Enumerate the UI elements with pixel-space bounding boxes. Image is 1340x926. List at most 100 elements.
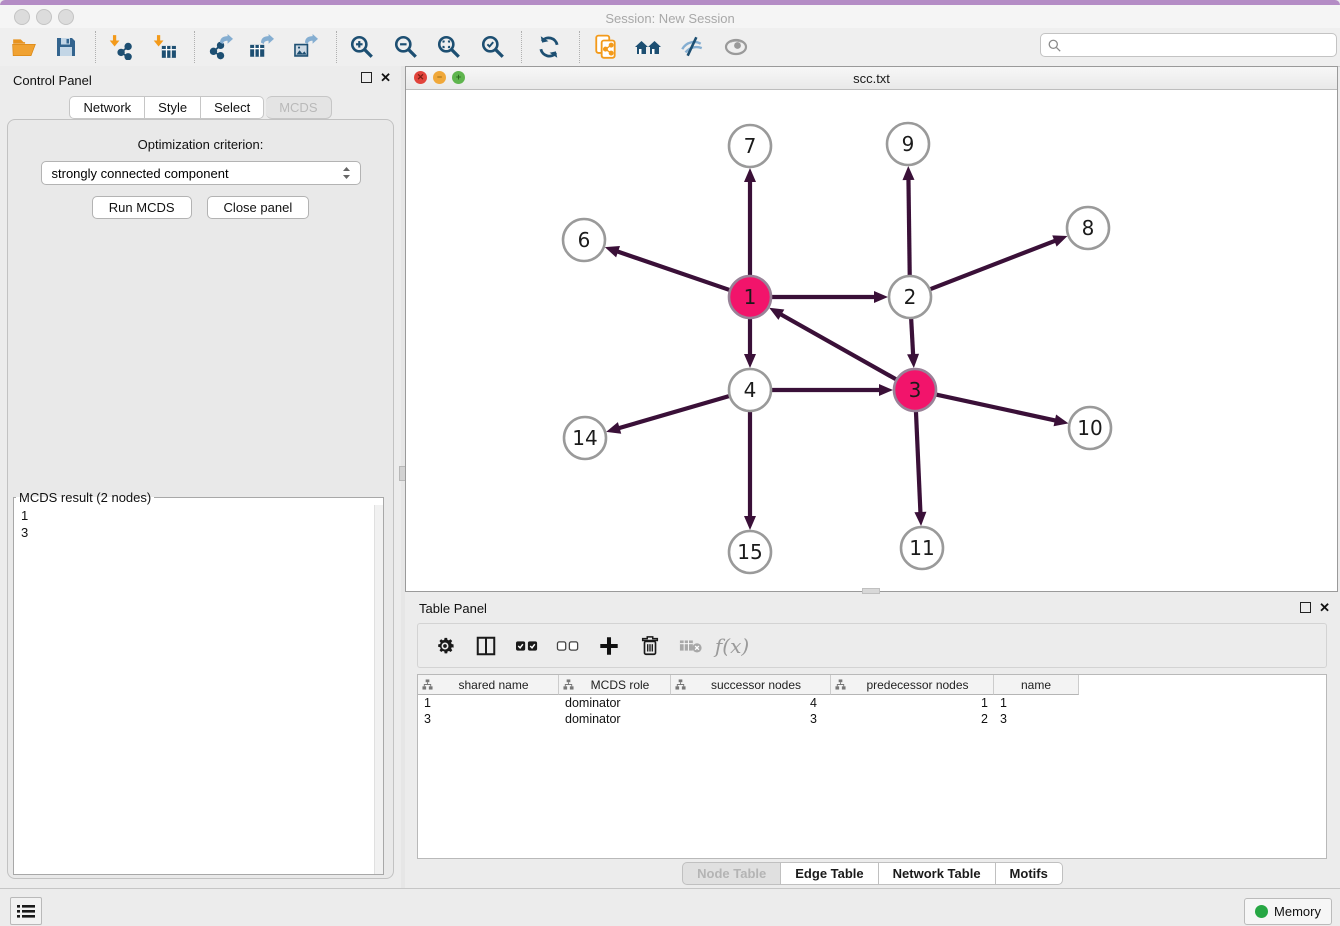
refresh-layout-icon[interactable] [533, 31, 565, 63]
graph-edge-4-14[interactable] [618, 396, 730, 429]
graph-edge-3-1[interactable] [780, 314, 897, 380]
deselect-all-columns-icon[interactable] [555, 633, 581, 659]
select-all-columns-icon[interactable] [514, 633, 540, 659]
graph-node-label: 4 [744, 378, 757, 402]
toolbar-separator [336, 31, 338, 63]
graph-edge-arrowhead [605, 246, 620, 257]
table-row[interactable]: 3 dominator 3 2 3 [418, 711, 1326, 727]
task-history-button[interactable] [10, 897, 42, 925]
cell-mcds-role[interactable]: dominator [559, 696, 671, 710]
close-panel-icon[interactable]: ✕ [380, 72, 391, 83]
mcds-result-text[interactable]: 1 3 [14, 505, 375, 874]
delete-column-trash-icon[interactable] [637, 633, 663, 659]
cell-shared-name[interactable]: 3 [418, 712, 559, 726]
graph-edge-1-6[interactable] [616, 251, 730, 290]
graph-node-label: 9 [902, 132, 915, 156]
home-view-icon[interactable] [632, 31, 664, 63]
zoom-in-icon[interactable] [346, 31, 378, 63]
cell-mcds-role[interactable]: dominator [559, 712, 671, 726]
graph-node-label: 11 [909, 536, 934, 560]
column-header-shared-name[interactable]: shared name [418, 675, 559, 695]
cell-predecessor-nodes[interactable]: 1 [831, 696, 994, 710]
mcds-buttons-row: Run MCDS Close panel [8, 196, 393, 219]
delete-table-icon-disabled [678, 633, 704, 659]
graph-node-label: 2 [904, 285, 917, 309]
tab-select[interactable]: Select [201, 96, 264, 119]
graph-node-label: 15 [737, 540, 762, 564]
graph-edge-arrowhead [879, 384, 893, 396]
search-input[interactable] [1066, 37, 1336, 54]
close-panel-icon[interactable]: ✕ [1319, 602, 1330, 613]
tab-node-table[interactable]: Node Table [682, 862, 781, 885]
cell-shared-name[interactable]: 1 [418, 696, 559, 710]
column-header-predecessor-nodes[interactable]: predecessor nodes [831, 675, 994, 695]
graph-edge-3-11[interactable] [916, 411, 921, 514]
search-field[interactable] [1040, 33, 1337, 57]
float-panel-icon[interactable] [1300, 602, 1311, 613]
session-title: Session: New Session [0, 11, 1340, 26]
toolbar-separator [194, 31, 196, 63]
cell-successor-nodes[interactable]: 4 [671, 696, 831, 710]
graph-edge-2-9[interactable] [908, 178, 909, 276]
graph-edge-arrowhead [606, 422, 621, 434]
zoom-fit-icon[interactable] [433, 31, 465, 63]
import-table-icon[interactable] [148, 31, 180, 63]
memory-button[interactable]: Memory [1244, 898, 1332, 925]
import-network-icon[interactable] [104, 31, 136, 63]
main-titlebar[interactable]: Session: New Session [0, 5, 1340, 28]
run-mcds-button[interactable]: Run MCDS [92, 196, 192, 219]
graph-edge-2-3[interactable] [911, 318, 913, 356]
show-view-icon[interactable] [720, 31, 752, 63]
table-row[interactable]: 1 dominator 4 1 1 [418, 695, 1326, 711]
result-scrollbar[interactable] [374, 505, 383, 874]
column-header-name[interactable]: name [994, 675, 1079, 695]
toolbar-separator [521, 31, 523, 63]
float-panel-icon[interactable] [361, 72, 372, 83]
table-panel-window-buttons: ✕ [1300, 602, 1330, 613]
graph-edge-3-10[interactable] [936, 394, 1057, 420]
mcds-result-group: MCDS result (2 nodes) 1 3 [13, 490, 384, 875]
network-view-window: ✕ − + scc.txt 7968124314101511 [405, 66, 1338, 592]
export-image-icon[interactable] [289, 31, 321, 63]
zoom-out-icon[interactable] [390, 31, 422, 63]
network-window-titlebar[interactable]: ✕ − + scc.txt [406, 67, 1337, 90]
cell-successor-nodes[interactable]: 3 [671, 712, 831, 726]
control-panel-tabs: Network Style Select MCDS [0, 96, 401, 119]
tab-edge-table[interactable]: Edge Table [781, 862, 878, 885]
search-icon [1048, 39, 1061, 52]
hide-view-icon[interactable] [676, 31, 708, 63]
graph-edge-arrowhead [744, 516, 756, 530]
node-table[interactable]: shared name MCDS role successor nodes pr… [417, 674, 1327, 859]
tab-network-table[interactable]: Network Table [879, 862, 996, 885]
list-icon [17, 904, 35, 919]
cell-name[interactable]: 1 [994, 696, 1079, 710]
optimization-criterion-select[interactable]: strongly connected component [41, 161, 361, 185]
tab-motifs[interactable]: Motifs [996, 862, 1063, 885]
tab-mcds[interactable]: MCDS [266, 96, 331, 119]
cell-name[interactable]: 3 [994, 712, 1079, 726]
column-type-icon [835, 679, 846, 690]
save-session-icon[interactable] [50, 31, 82, 63]
cell-predecessor-nodes[interactable]: 2 [831, 712, 994, 726]
zoom-selected-icon[interactable] [477, 31, 509, 63]
chevron-up-down-icon [341, 165, 352, 181]
graph-node-label: 14 [572, 426, 597, 450]
main-toolbar [0, 28, 1340, 67]
graph-node-label: 3 [909, 378, 922, 402]
show-column-panel-icon[interactable] [473, 633, 499, 659]
table-settings-gear-icon[interactable] [432, 633, 458, 659]
create-column-plus-icon[interactable] [596, 633, 622, 659]
graph-node-label: 6 [578, 228, 591, 252]
network-canvas[interactable]: 7968124314101511 [406, 89, 1337, 591]
copy-network-icon[interactable] [590, 31, 622, 63]
open-session-icon[interactable] [8, 31, 40, 63]
column-header-mcds-role[interactable]: MCDS role [559, 675, 671, 695]
close-panel-button[interactable]: Close panel [207, 196, 310, 219]
horizontal-splitter-grip[interactable] [862, 588, 880, 594]
export-table-icon[interactable] [245, 31, 277, 63]
export-network-icon[interactable] [204, 31, 236, 63]
column-header-successor-nodes[interactable]: successor nodes [671, 675, 831, 695]
graph-edge-2-8[interactable] [930, 240, 1057, 289]
tab-style[interactable]: Style [145, 96, 201, 119]
tab-network[interactable]: Network [69, 96, 145, 119]
